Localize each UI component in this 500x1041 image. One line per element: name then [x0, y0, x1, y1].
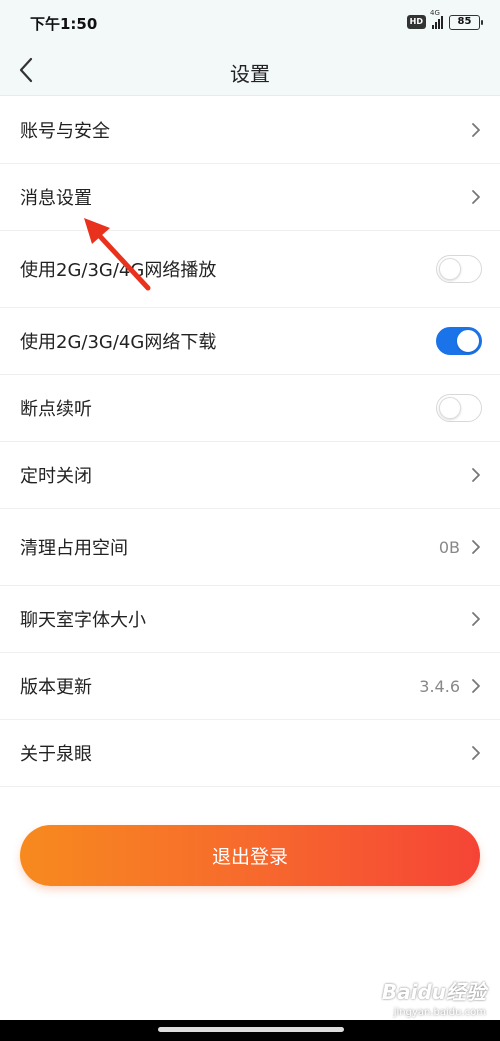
storage-size-value: 0B	[438, 537, 460, 557]
signal-icon: 4G	[430, 9, 443, 29]
watermark-url: jingyan.baidu.com	[393, 1007, 486, 1018]
battery-icon: 85	[449, 14, 483, 30]
settings-item-label: 使用2G/3G/4G网络下载	[20, 332, 217, 353]
settings-item-label: 关于泉眼	[20, 744, 92, 765]
settings-item-version-update[interactable]: 版本更新 3.4.6	[0, 653, 500, 720]
signal-bar	[438, 19, 440, 29]
chevron-right-icon	[470, 610, 482, 628]
settings-item-chat-font-size[interactable]: 聊天室字体大小	[0, 586, 500, 653]
status-bar: 下午1:50 HD 4G 85	[0, 0, 500, 44]
page-title: 设置	[230, 62, 270, 86]
toggle-knob	[457, 330, 479, 352]
chevron-right-icon	[470, 538, 482, 556]
toggle-switch[interactable]	[436, 394, 482, 422]
toggle-knob	[439, 397, 461, 419]
settings-item-label: 清理占用空间	[20, 538, 128, 559]
settings-item-clear-storage[interactable]: 清理占用空间 0B	[0, 509, 500, 586]
home-indicator[interactable]	[158, 1027, 344, 1032]
chevron-right-icon	[470, 744, 482, 762]
signal-bar	[435, 22, 437, 29]
chevron-right-icon	[470, 466, 482, 484]
settings-item-mobile-network-download: 使用2G/3G/4G网络下载	[0, 308, 500, 375]
settings-item-label: 账号与安全	[20, 121, 110, 142]
settings-item-account-security[interactable]: 账号与安全	[0, 97, 500, 164]
chevron-right-icon	[470, 188, 482, 206]
hd-icon: HD	[406, 15, 426, 29]
settings-item-mobile-network-play: 使用2G/3G/4G网络播放	[0, 231, 500, 308]
annotation-arrow-icon	[84, 218, 151, 291]
settings-item-label: 断点续听	[20, 399, 92, 420]
network-type: 4G	[430, 9, 440, 17]
settings-item-about[interactable]: 关于泉眼	[0, 720, 500, 787]
status-time: 下午1:50	[30, 15, 98, 33]
baidu-jingyan-logo: Baidu经验	[381, 980, 486, 1004]
settings-item-sleep-timer[interactable]: 定时关闭	[0, 442, 500, 509]
status-icons: HD 4G 85	[406, 9, 483, 32]
settings-list: 账号与安全 消息设置 使用2G/3G/4G网络播放 使用2G/3G/4G网络下载…	[0, 97, 500, 787]
settings-item-label: 聊天室字体大小	[20, 610, 146, 631]
settings-item-resume-playback: 断点续听	[0, 375, 500, 442]
system-gesture-bar	[0, 1020, 500, 1041]
nav-bar: 设置	[0, 44, 500, 96]
chevron-right-icon	[470, 121, 482, 139]
signal-bar	[432, 25, 434, 29]
chevron-right-icon	[470, 677, 482, 695]
settings-item-label: 消息设置	[20, 188, 92, 209]
settings-item-message-settings[interactable]: 消息设置	[0, 164, 500, 231]
settings-item-label: 定时关闭	[20, 466, 92, 487]
toggle-switch[interactable]	[436, 255, 482, 283]
logout-button[interactable]: 退出登录	[20, 825, 480, 886]
version-value: 3.4.6	[419, 676, 460, 696]
toggle-knob	[439, 258, 461, 280]
settings-item-label: 版本更新	[20, 677, 92, 698]
signal-bar	[441, 16, 443, 29]
watermark: Baidu经验 jingyan.baidu.com	[366, 976, 486, 1022]
toggle-switch[interactable]	[436, 327, 482, 355]
